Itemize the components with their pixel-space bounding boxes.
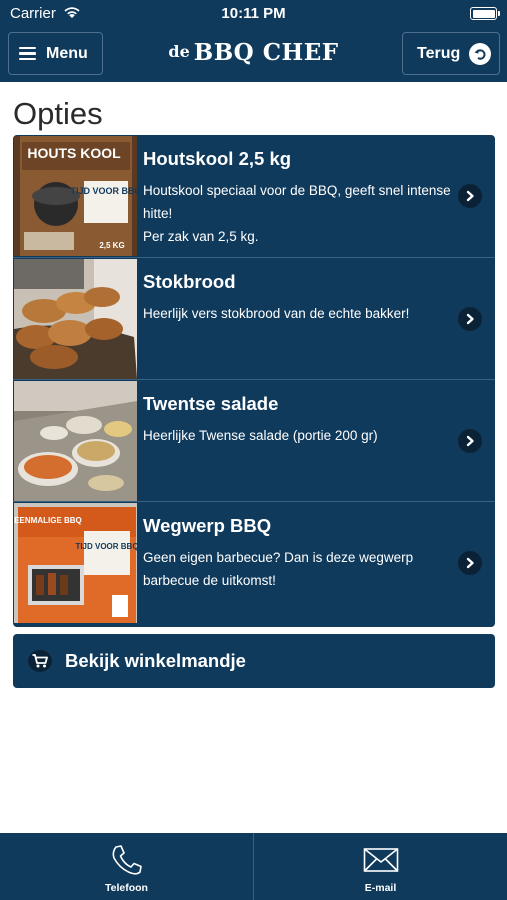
- page-title: Opties: [13, 96, 103, 131]
- item-title: Houtskool 2,5 kg: [143, 148, 292, 169]
- list-item-stokbrood[interactable]: Stokbrood Heerlijk vers stokbrood van de…: [13, 257, 495, 379]
- item-title: Wegwerp BBQ: [143, 515, 272, 536]
- item-description: Houtskool speciaal voor de BBQ, geeft sn…: [143, 183, 451, 244]
- wegwerp-bbq-image: EENMALIGE BBQ TIJD VOOR BBQ: [14, 503, 137, 623]
- status-time: 10:11 PM: [221, 5, 286, 22]
- twentse-salade-image: [14, 381, 137, 501]
- battery-icon: [470, 7, 500, 20]
- chevron-right-icon: [458, 429, 482, 453]
- options-list: HOUTS KOOL TIJD VOOR BBQ 2,5 KG Houtskoo…: [13, 135, 495, 627]
- houtskool-image: HOUTS KOOL TIJD VOOR BBQ 2,5 KG: [14, 136, 137, 256]
- undo-icon: [469, 43, 491, 65]
- logo-prefix: de: [168, 42, 190, 61]
- stokbrood-image: [14, 259, 137, 379]
- item-title: Twentse salade: [143, 393, 279, 414]
- item-description: Heerlijke Twense salade (portie 200 gr): [143, 428, 378, 443]
- phone-icon: [112, 845, 142, 875]
- houtskool-package-brand: HOUTS KOOL: [27, 145, 121, 161]
- wegwerp-package-slogan: TIJD VOOR BBQ: [75, 542, 137, 551]
- chevron-right-icon: [458, 551, 482, 575]
- mail-icon: [363, 848, 398, 872]
- view-cart-button[interactable]: Bekijk winkelmandje: [13, 634, 495, 688]
- list-item-twentse-salade[interactable]: Twentse salade Heerlijke Twense salade (…: [13, 379, 495, 501]
- back-button[interactable]: Terug: [402, 32, 500, 75]
- status-bar: Carrier 10:11 PM: [0, 0, 507, 28]
- chevron-right-icon: [458, 307, 482, 331]
- tab-telefoon[interactable]: Telefoon: [0, 833, 253, 900]
- item-description: Geen eigen barbecue? Dan is deze wegwerp…: [143, 550, 414, 588]
- tab-label: Telefoon: [105, 882, 148, 894]
- nav-bar: Menu de BBQ CHEF Terug: [0, 28, 507, 82]
- list-item-wegwerp-bbq[interactable]: EENMALIGE BBQ TIJD VOOR BBQ Wegwerp BBQ …: [13, 501, 495, 623]
- houtskool-package-weight: 2,5 KG: [99, 241, 124, 250]
- item-description: Heerlijk vers stokbrood van de echte bak…: [143, 306, 410, 321]
- logo-main: BBQ CHEF: [193, 39, 339, 66]
- tab-label: E-mail: [364, 882, 397, 894]
- list-item-houtskool[interactable]: HOUTS KOOL TIJD VOOR BBQ 2,5 KG Houtskoo…: [13, 135, 495, 257]
- tab-email[interactable]: E-mail: [253, 833, 507, 900]
- houtskool-package-slogan: TIJD VOOR BBQ: [70, 186, 137, 196]
- item-title: Stokbrood: [143, 271, 236, 292]
- back-button-label: Terug: [417, 44, 461, 62]
- view-cart-label: Bekijk winkelmandje: [65, 650, 246, 671]
- chevron-right-icon: [458, 184, 482, 208]
- bottom-tab-bar: Telefoon E-mail: [0, 833, 507, 900]
- wegwerp-package-brand: EENMALIGE BBQ: [14, 516, 82, 525]
- cart-icon: [28, 650, 52, 672]
